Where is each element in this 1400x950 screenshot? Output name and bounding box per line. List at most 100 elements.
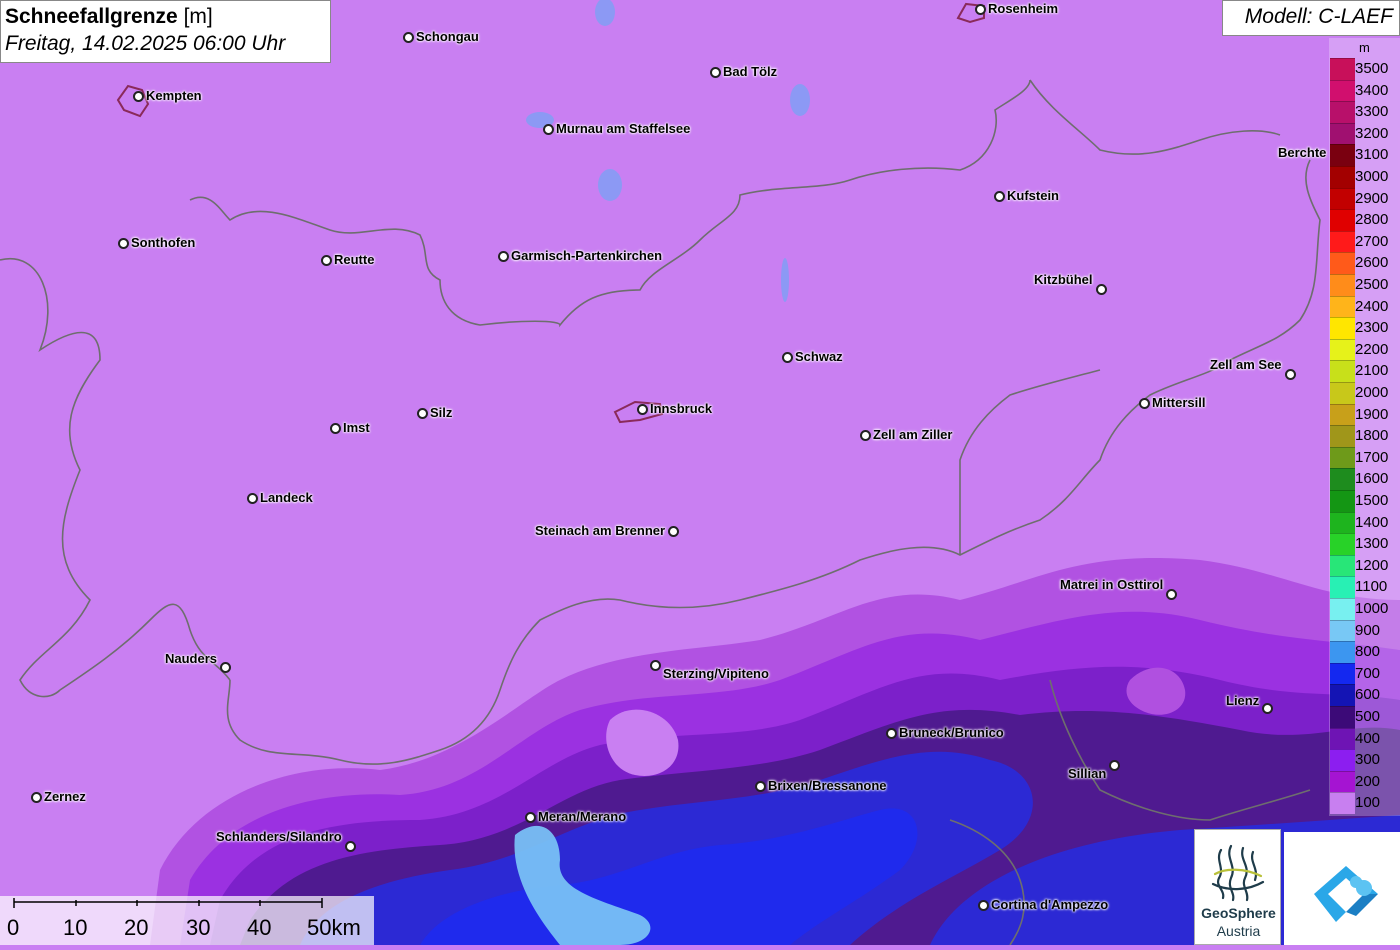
city-label-brixen-bressanone: Brixen/Bressanone: [768, 778, 887, 793]
map-datetime: Freitag, 14.02.2025 06:00 Uhr: [5, 32, 286, 55]
legend-row: 3100: [1329, 144, 1400, 166]
legend-swatch: [1330, 252, 1355, 274]
legend-swatch: [1330, 122, 1355, 145]
legend-label: 600: [1355, 686, 1381, 704]
legend-row: 2300: [1329, 317, 1400, 339]
city-marker-landeck[interactable]: [246, 492, 258, 504]
geosphere-emblem-icon: [1211, 844, 1265, 902]
city-marker-innsbruck[interactable]: [636, 403, 648, 415]
city-marker-schongau[interactable]: [402, 31, 414, 43]
city-label-imst: Imst: [343, 420, 370, 435]
city-marker-bruneck-brunico[interactable]: [885, 727, 897, 739]
city-label-rosenheim: Rosenheim: [988, 1, 1059, 16]
city-label-cortina-d-ampezzo: Cortina d'Ampezzo: [991, 897, 1109, 912]
city-marker-bad-t-lz[interactable]: [709, 66, 721, 78]
legend-swatch: [1330, 468, 1355, 490]
legend-row: 2100: [1329, 360, 1400, 382]
legend-swatch: [1330, 144, 1355, 166]
city-marker-silz[interactable]: [416, 407, 428, 419]
legend-label: 900: [1355, 621, 1381, 639]
city-marker-mittersill[interactable]: [1138, 397, 1150, 409]
legend-swatch: [1330, 209, 1355, 231]
legend-swatch: [1330, 403, 1355, 426]
city-label-zell-am-ziller: Zell am Ziller: [873, 427, 953, 442]
legend-label: 100: [1355, 794, 1381, 812]
legend-label: 2400: [1355, 297, 1389, 315]
city-label-bad-t-lz: Bad Tölz: [723, 64, 778, 79]
city-marker-matrei-in-osttirol[interactable]: [1165, 588, 1177, 600]
legend-swatch: [1330, 338, 1355, 361]
city-marker-zernez[interactable]: [30, 791, 42, 803]
snowfall-limit-map[interactable]: [0, 0, 1400, 945]
legend-swatch: [1330, 79, 1355, 102]
city-label-berchte: Berchte: [1278, 145, 1327, 160]
legend-row: 3500: [1329, 58, 1400, 80]
legend-row: 1000: [1329, 598, 1400, 620]
legend-swatch: [1330, 619, 1355, 642]
legend-row: 800: [1329, 641, 1400, 663]
city-marker-imst[interactable]: [329, 422, 341, 434]
city-label-silz: Silz: [430, 405, 453, 420]
city-label-murnau-am-staffelsee: Murnau am Staffelsee: [556, 121, 691, 136]
legend-swatch: [1330, 295, 1355, 318]
city-marker-sillian[interactable]: [1108, 759, 1120, 771]
city-marker-meran-merano[interactable]: [524, 811, 536, 823]
scale-label-20: 20: [124, 915, 149, 940]
city-label-sterzing-vipiteno: Sterzing/Vipiteno: [663, 666, 769, 681]
legend-row: 2000: [1329, 382, 1400, 404]
city-marker-nauders[interactable]: [219, 661, 231, 673]
city-marker-schlanders-silandro[interactable]: [344, 840, 356, 852]
legend-swatch: [1330, 706, 1355, 728]
legend-label: 1000: [1355, 600, 1389, 617]
city-marker-schwaz[interactable]: [781, 351, 793, 363]
legend-swatch: [1330, 511, 1355, 534]
city-label-innsbruck: Innsbruck: [650, 401, 713, 416]
legend-label: 2700: [1355, 232, 1389, 250]
app-logo-icon: [1314, 866, 1378, 922]
city-marker-sonthofen[interactable]: [117, 237, 129, 249]
legend-swatch: [1330, 684, 1355, 706]
legend-label: 2100: [1355, 362, 1389, 380]
city-marker-zell-am-see[interactable]: [1284, 368, 1296, 380]
legend-row: 2800: [1329, 209, 1400, 231]
legend-row: 1300: [1329, 533, 1400, 555]
legend-row: 1800: [1329, 425, 1400, 447]
legend-row: 3200: [1329, 122, 1400, 145]
app-logo[interactable]: [1284, 832, 1400, 945]
legend-label: 1700: [1355, 448, 1389, 466]
legend-row: 100: [1329, 792, 1400, 814]
legend-row: 300: [1329, 749, 1400, 771]
legend-swatch: [1330, 187, 1355, 210]
city-label-kufstein: Kufstein: [1007, 188, 1059, 203]
legend-row: 2900: [1329, 187, 1400, 210]
city-marker-sterzing-vipiteno[interactable]: [649, 659, 661, 671]
legend-swatch: [1330, 490, 1355, 512]
city-label-kitzb-hel: Kitzbühel: [1034, 272, 1093, 287]
city-marker-cortina-d-ampezzo[interactable]: [977, 899, 989, 911]
city-label-zell-am-see: Zell am See: [1210, 357, 1282, 372]
city-marker-kufstein[interactable]: [993, 190, 1005, 202]
city-marker-murnau-am-staffelsee[interactable]: [542, 123, 554, 135]
city-marker-reutte[interactable]: [320, 254, 332, 266]
city-marker-garmisch-partenkirchen[interactable]: [497, 250, 509, 262]
city-marker-kitzb-hel[interactable]: [1095, 283, 1107, 295]
legend-row: 1600: [1329, 468, 1400, 490]
city-label-schwaz: Schwaz: [795, 349, 843, 364]
city-marker-zell-am-ziller[interactable]: [859, 429, 871, 441]
city-marker-kempten[interactable]: [132, 90, 144, 102]
legend-swatch: [1330, 230, 1355, 253]
city-marker-brixen-bressanone[interactable]: [754, 780, 766, 792]
legend-swatch: [1330, 554, 1355, 577]
city-marker-steinach-am-brenner[interactable]: [667, 525, 679, 537]
legend-label: 700: [1355, 664, 1381, 682]
city-label-sillian: Sillian: [1068, 766, 1107, 781]
legend-swatch: [1330, 792, 1355, 814]
legend-row: 1400: [1329, 511, 1400, 534]
geosphere-logo[interactable]: GeoSphere Austria: [1194, 829, 1281, 945]
city-marker-lienz[interactable]: [1261, 702, 1273, 714]
legend-label: 2800: [1355, 211, 1389, 229]
legend-label: 3100: [1355, 146, 1389, 164]
legend-label: 800: [1355, 643, 1381, 661]
legend-label: 400: [1355, 729, 1381, 747]
city-marker-rosenheim[interactable]: [974, 3, 986, 15]
